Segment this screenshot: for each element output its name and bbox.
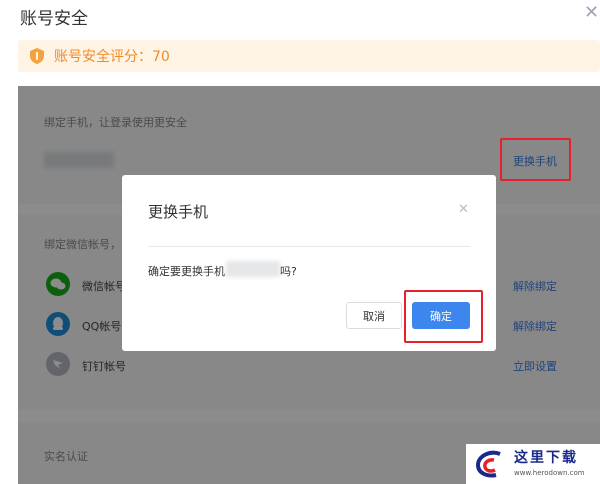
security-score-bar: 账号安全评分：70 [18, 40, 600, 72]
shield-icon [30, 48, 44, 64]
watermark-url: www.herodown.com [514, 469, 585, 477]
security-score-text: 账号安全评分：70 [54, 49, 170, 65]
dialog-message-suffix: 吗? [280, 265, 297, 278]
watermark-logo-icon [475, 450, 501, 478]
confirm-highlight [404, 290, 483, 343]
watermark-text: 这里下载 [514, 450, 578, 466]
window-close-button[interactable]: ✕ [584, 2, 599, 23]
dialog-close-icon[interactable]: ✕ [458, 202, 469, 217]
watermark: 这里下载 www.herodown.com [466, 444, 600, 484]
window-title: 账号安全 [20, 9, 88, 29]
dialog-masked-phone [226, 261, 280, 277]
change-phone-highlight [500, 138, 571, 181]
dialog-message-prefix: 确定要更换手机 [148, 265, 225, 278]
dialog-title: 更换手机 [148, 203, 209, 221]
dialog-divider [148, 246, 470, 247]
cancel-button[interactable]: 取消 [346, 302, 402, 329]
